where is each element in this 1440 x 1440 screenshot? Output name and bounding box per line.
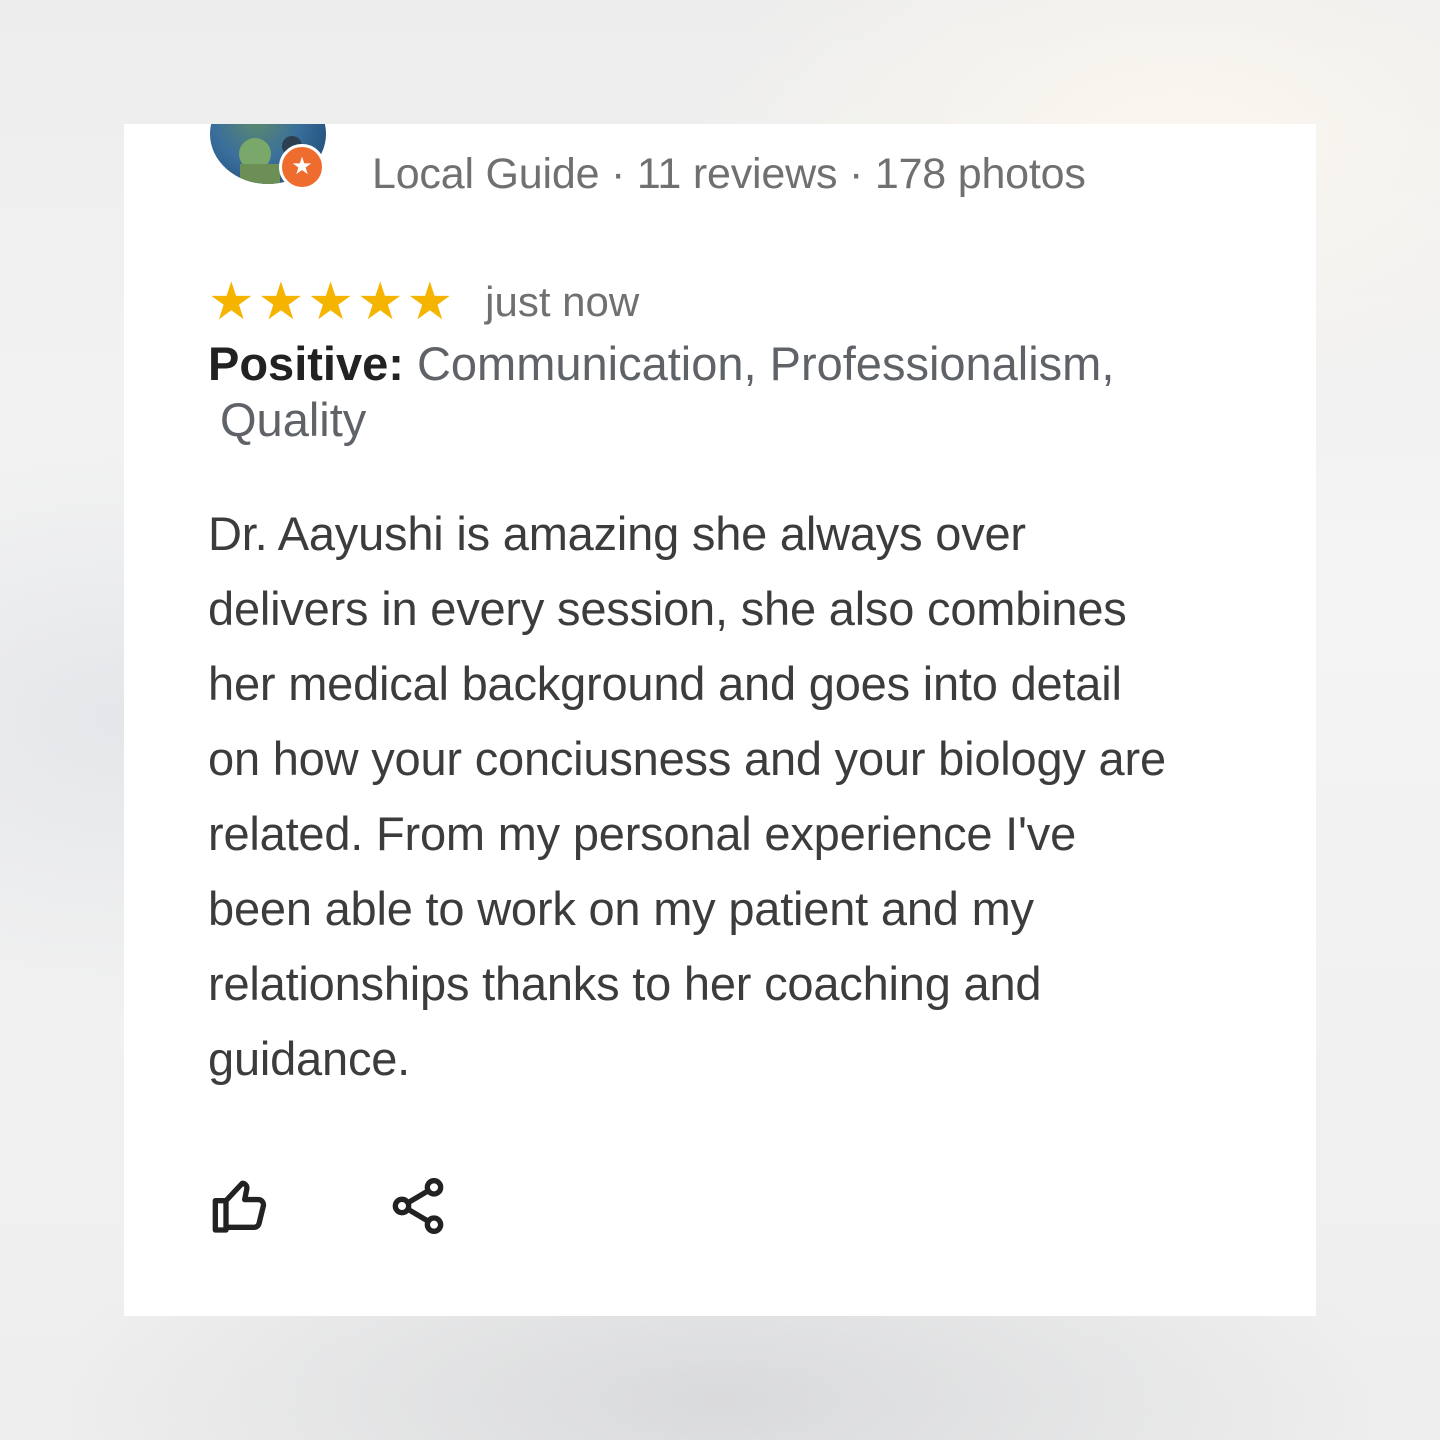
review-line: guidance. bbox=[208, 1032, 411, 1085]
rating-row: ★ ★ ★ ★ ★ just now bbox=[208, 272, 639, 332]
review-line: on how your conciusness and your biology… bbox=[208, 732, 1166, 785]
star-icon: ★ bbox=[307, 273, 354, 331]
review-text: Dr. Aayushi is amazing she always over d… bbox=[208, 496, 1288, 1096]
star-icon: ★ bbox=[406, 273, 454, 331]
review-line: her medical background and goes into det… bbox=[208, 657, 1122, 710]
review-card: ★ Local Guide · 11 reviews · 178 photos … bbox=[124, 124, 1316, 1316]
review-time: just now bbox=[485, 278, 640, 325]
star-rating: ★ ★ ★ ★ ★ bbox=[208, 276, 453, 328]
star-icon: ★ bbox=[356, 273, 404, 331]
review-highlights: Positive: Communication, Professionalism… bbox=[208, 336, 1268, 448]
review-line: Dr. Aayushi is amazing she always over bbox=[208, 507, 1026, 560]
thumbs-up-icon bbox=[212, 1180, 267, 1233]
review-line: delivers in every session, she also comb… bbox=[208, 582, 1127, 635]
like-button[interactable] bbox=[208, 1172, 276, 1240]
review-line: been able to work on my patient and my bbox=[208, 882, 1034, 935]
review-line: relationships thanks to her coaching and bbox=[208, 957, 1042, 1010]
star-icon: ★ bbox=[208, 273, 255, 331]
share-icon bbox=[392, 1178, 444, 1234]
highlights-label: Positive: bbox=[208, 337, 404, 390]
review-line: related. From my personal experience I'v… bbox=[208, 807, 1077, 860]
highlights-line-2: Quality bbox=[220, 393, 367, 446]
reviewer-meta: Local Guide · 11 reviews · 178 photos bbox=[372, 150, 1086, 198]
local-guide-star-icon: ★ bbox=[279, 144, 325, 190]
review-actions bbox=[208, 1172, 452, 1240]
star-icon: ★ bbox=[257, 273, 305, 331]
highlights-line-1: Communication, Professionalism, bbox=[416, 337, 1115, 390]
share-button[interactable] bbox=[384, 1172, 452, 1240]
